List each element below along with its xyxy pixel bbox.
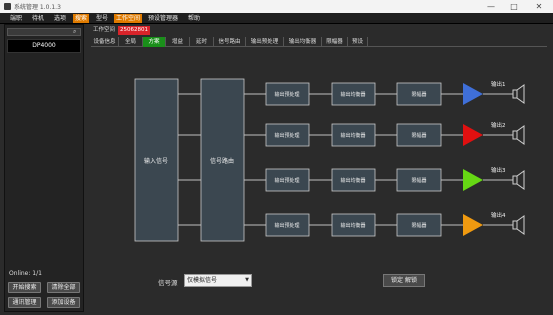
output-triangle-icon-3 bbox=[463, 169, 483, 191]
output-preprocess-label-3: 输出预处理 bbox=[274, 177, 299, 184]
signal-source-select[interactable]: 仅模拟信号 ▼ bbox=[184, 274, 252, 287]
output-eq-label-1: 输出均衡器 bbox=[340, 91, 365, 98]
tab-presets[interactable]: 预设 bbox=[348, 37, 368, 47]
app-icon bbox=[4, 3, 11, 10]
tab-signal-routing[interactable]: 信号路由 bbox=[214, 37, 246, 47]
menu-item-search[interactable]: 搜索 bbox=[73, 14, 90, 23]
search-icon[interactable]: ⌕ bbox=[73, 29, 78, 35]
output-triangle-icon-1 bbox=[463, 83, 483, 105]
clear-all-button[interactable]: 清除全部 bbox=[47, 282, 80, 293]
limiter-label-4: 限幅器 bbox=[411, 222, 426, 229]
menu-item-preset-manager[interactable]: 预设管理器 bbox=[146, 14, 180, 23]
output-preprocess-label-2: 输出预处理 bbox=[274, 132, 299, 139]
speaker-icon-1 bbox=[512, 84, 525, 104]
tab-delay[interactable]: 延时 bbox=[190, 37, 214, 47]
tab-global[interactable]: 全局 bbox=[119, 37, 143, 47]
menu-item-standby[interactable]: 待机 bbox=[30, 14, 46, 23]
menu-item-options[interactable]: 选项 bbox=[52, 14, 68, 23]
function-tabs: 设备信息 全局 方案 增益 延时 信号路由 输出预处理 输出均衡器 限幅器 预设 bbox=[91, 37, 547, 47]
maximize-button[interactable]: □ bbox=[505, 0, 523, 13]
limiter-label-1: 限幅器 bbox=[411, 91, 426, 98]
output-preprocess-label-4: 输出预处理 bbox=[274, 222, 299, 229]
output-label-1: 输出1 bbox=[491, 80, 506, 88]
signal-flow-diagram: 输入信号 信号路由 输出预处理 输出均衡器 限幅器 输出1 输出预处理 输出均衡… bbox=[134, 78, 525, 242]
speaker-icon-3 bbox=[512, 170, 525, 190]
start-search-button[interactable]: 开始搜索 bbox=[8, 282, 41, 293]
tab-output-eq[interactable]: 输出均衡器 bbox=[284, 37, 322, 47]
limiter-label-3: 限幅器 bbox=[411, 177, 426, 184]
output-label-4: 输出4 bbox=[491, 211, 506, 219]
comm-manage-button[interactable]: 通讯管理 bbox=[8, 297, 41, 308]
workspace-label: 工作空间 bbox=[93, 27, 116, 33]
signal-source-value: 仅模拟信号 bbox=[187, 277, 218, 284]
limiter-label-2: 限幅器 bbox=[411, 132, 426, 139]
minimize-button[interactable]: — bbox=[482, 0, 500, 13]
output-eq-label-3: 输出均衡器 bbox=[340, 177, 365, 184]
input-signal-label: 输入信号 bbox=[144, 157, 168, 165]
menu-item-model[interactable]: 型号 bbox=[94, 14, 110, 23]
online-count: Online: 1/1 bbox=[9, 270, 42, 277]
output-preprocess-label-1: 输出预处理 bbox=[274, 91, 299, 98]
menu-bar: 端职 待机 选项 搜索 型号 工作空间 预设管理器 帮助 bbox=[0, 13, 553, 24]
output-triangle-icon-4 bbox=[463, 214, 483, 236]
tab-scheme[interactable]: 方案 bbox=[143, 37, 166, 47]
output-triangle-icon-2 bbox=[463, 124, 483, 146]
device-list-item[interactable]: DP4000 bbox=[7, 39, 81, 53]
menu-item-terminal[interactable]: 端职 bbox=[8, 14, 24, 23]
menu-item-workspace[interactable]: 工作空间 bbox=[114, 14, 143, 23]
output-eq-label-2: 输出均衡器 bbox=[340, 132, 365, 139]
output-eq-label-4: 输出均衡器 bbox=[340, 222, 365, 229]
workspace-id-tab[interactable]: 25062801 bbox=[118, 26, 150, 35]
close-button[interactable]: ✕ bbox=[530, 0, 548, 13]
device-search-input[interactable]: ⌕ bbox=[7, 28, 81, 36]
lock-unlock-button[interactable]: 锁定 解锁 bbox=[383, 274, 425, 287]
chevron-down-icon: ▼ bbox=[245, 277, 249, 283]
tab-gain[interactable]: 增益 bbox=[166, 37, 190, 47]
window-title: 系统管理 1.0.1.3 bbox=[14, 4, 61, 11]
output-label-2: 输出2 bbox=[491, 121, 506, 129]
signal-source-label: 信号源 bbox=[158, 279, 178, 287]
tab-limiter[interactable]: 限幅器 bbox=[322, 37, 348, 47]
add-device-button[interactable]: 添加设备 bbox=[47, 297, 80, 308]
device-sidebar: ⌕ DP4000 Online: 1/1 开始搜索 清除全部 通讯管理 添加设备 bbox=[4, 24, 84, 312]
tab-device-info[interactable]: 设备信息 bbox=[91, 37, 119, 47]
output-label-3: 输出3 bbox=[491, 166, 506, 174]
signal-router-label: 信号路由 bbox=[210, 157, 234, 165]
tab-output-preprocess[interactable]: 输出预处理 bbox=[246, 37, 284, 47]
speaker-icon-2 bbox=[512, 125, 525, 145]
main-panel: 工作空间 25062801 设备信息 全局 方案 增益 延时 信号路由 输出预处… bbox=[91, 24, 547, 312]
speaker-icon-4 bbox=[512, 215, 525, 235]
title-bar: 系统管理 1.0.1.3 — □ ✕ bbox=[0, 0, 553, 13]
menu-item-help[interactable]: 帮助 bbox=[186, 14, 202, 23]
